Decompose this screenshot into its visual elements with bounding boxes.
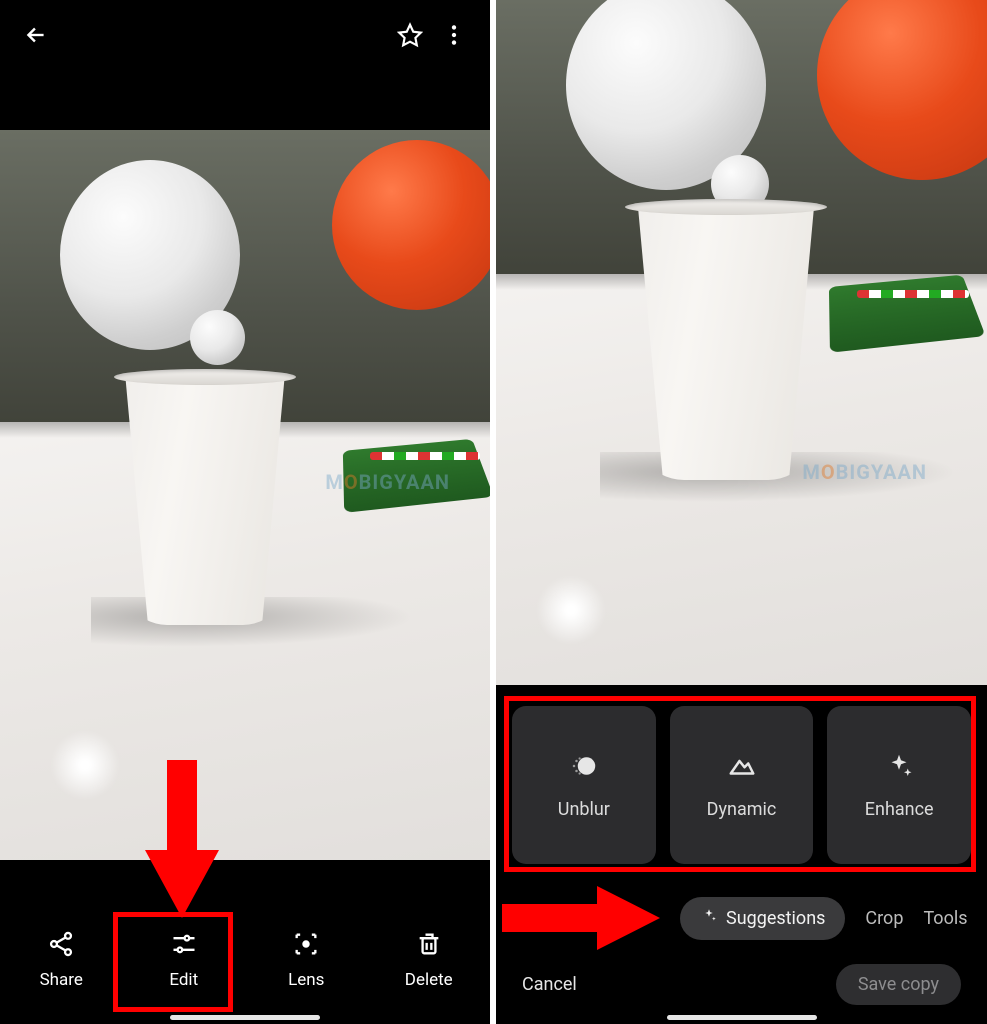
tab-suggestions-label: Suggestions bbox=[726, 908, 825, 929]
edit-button[interactable]: Edit bbox=[129, 930, 239, 990]
paper-cup bbox=[110, 375, 300, 625]
editor-screen: MOBIGYAAN Unblur Dynamic Enhance bbox=[496, 0, 987, 1024]
markers bbox=[370, 452, 480, 460]
viewer-screen: MOBIGYAAN Share bbox=[0, 0, 490, 1024]
edit-label: Edit bbox=[169, 970, 198, 990]
watermark: MOBIGYAAN bbox=[325, 470, 450, 494]
paper-cup bbox=[621, 205, 831, 480]
unblur-label: Unblur bbox=[558, 799, 610, 820]
home-indicator[interactable] bbox=[667, 1015, 817, 1020]
enhance-label: Enhance bbox=[865, 799, 934, 820]
share-icon bbox=[47, 930, 75, 962]
unblur-tile[interactable]: Unblur bbox=[512, 706, 656, 864]
delete-button[interactable]: Delete bbox=[374, 930, 484, 990]
tab-tools[interactable]: Tools bbox=[923, 908, 967, 929]
photo-preview-edit[interactable]: MOBIGYAAN bbox=[496, 0, 987, 685]
tab-suggestions[interactable]: Suggestions bbox=[680, 897, 845, 940]
balloon-red bbox=[332, 140, 490, 310]
tab-crop[interactable]: Crop bbox=[865, 908, 903, 929]
trash-icon bbox=[415, 930, 443, 962]
dynamic-label: Dynamic bbox=[707, 799, 777, 820]
dynamic-tile[interactable]: Dynamic bbox=[670, 706, 814, 864]
top-bar bbox=[0, 0, 490, 70]
lens-icon bbox=[292, 930, 320, 962]
back-button[interactable] bbox=[14, 13, 58, 57]
edit-sliders-icon bbox=[170, 930, 198, 962]
watermark: MOBIGYAAN bbox=[802, 460, 927, 484]
edit-tabs: Suggestions Crop Tools bbox=[496, 890, 987, 946]
favorite-star-button[interactable] bbox=[388, 13, 432, 57]
home-indicator[interactable] bbox=[170, 1015, 320, 1020]
lens-button[interactable]: Lens bbox=[251, 930, 361, 990]
light-reflection bbox=[50, 730, 120, 800]
share-label: Share bbox=[40, 970, 83, 990]
photo-preview[interactable]: MOBIGYAAN bbox=[0, 130, 490, 860]
sparkle-icon bbox=[700, 907, 718, 930]
bottom-action-bar: Share Edit Lens Delete bbox=[0, 904, 490, 1024]
edit-bottom-bar: Cancel Save copy bbox=[496, 954, 987, 1024]
lens-label: Lens bbox=[288, 970, 324, 990]
enhance-sparkle-icon bbox=[884, 751, 914, 785]
cancel-button[interactable]: Cancel bbox=[522, 974, 577, 995]
suggestion-tiles: Unblur Dynamic Enhance bbox=[506, 700, 977, 870]
unblur-icon bbox=[569, 751, 599, 785]
save-copy-button[interactable]: Save copy bbox=[836, 964, 961, 1005]
markers bbox=[857, 290, 969, 298]
enhance-tile[interactable]: Enhance bbox=[827, 706, 971, 864]
dynamic-landscape-icon bbox=[727, 751, 757, 785]
light-reflection bbox=[536, 575, 606, 645]
delete-label: Delete bbox=[405, 970, 453, 990]
overflow-menu-button[interactable] bbox=[432, 13, 476, 57]
balloon-white-knot bbox=[190, 310, 245, 365]
share-button[interactable]: Share bbox=[6, 930, 116, 990]
